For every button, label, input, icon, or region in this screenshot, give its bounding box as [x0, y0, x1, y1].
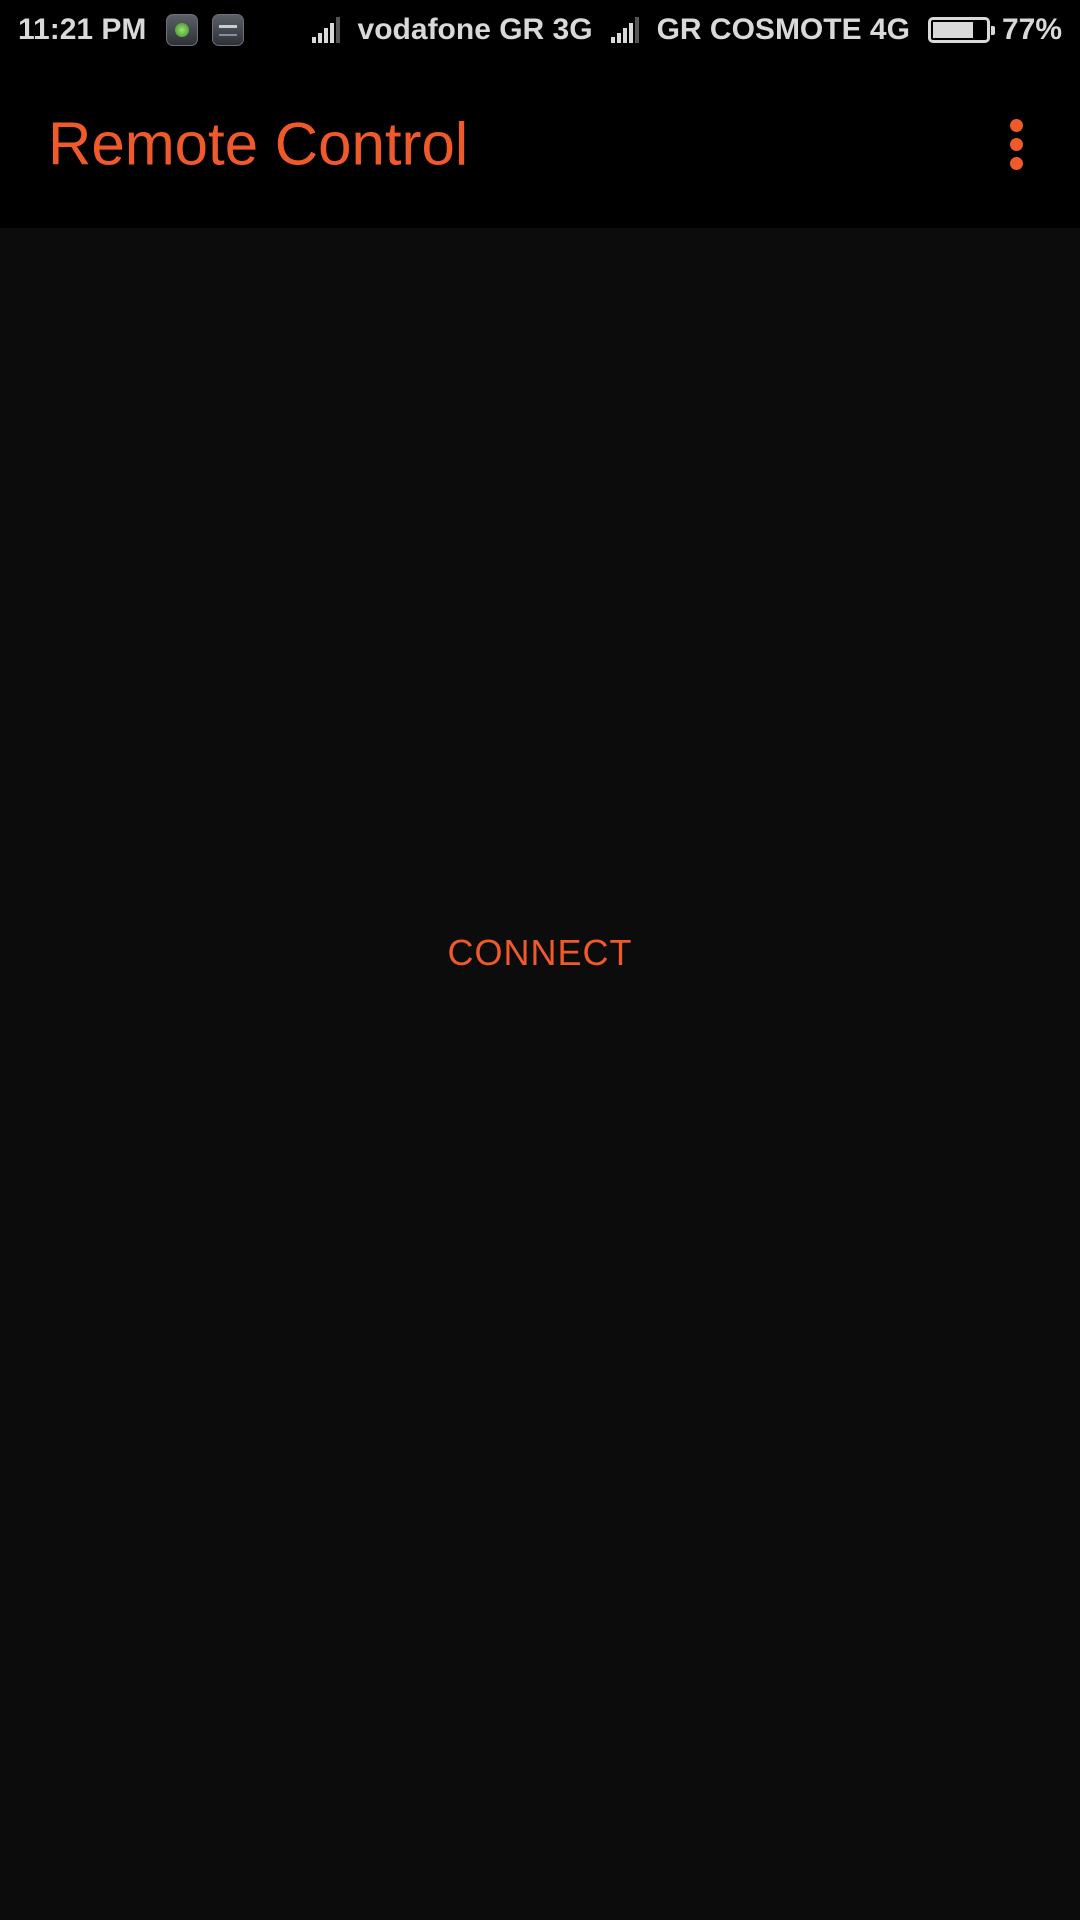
battery-icon	[927, 17, 995, 43]
carrier-2-label: GR COSMOTE 4G	[656, 13, 910, 46]
keyboard-notification-icon	[212, 14, 245, 46]
battery-level-fill	[932, 22, 973, 38]
more-vert-icon	[1009, 118, 1023, 132]
status-bar: 11:21 PM vodafone GR 3G GR COSMOTE 4G 77…	[0, 0, 1080, 60]
app-bar: Remote Control	[0, 60, 1080, 228]
status-left: 11:21 PM	[18, 0, 245, 60]
connect-button[interactable]: CONNECT	[416, 916, 665, 990]
signal-strength-icon	[610, 17, 641, 43]
battery-percent: 77%	[1001, 13, 1062, 46]
app-notification-icon	[166, 14, 199, 46]
status-time: 11:21 PM	[18, 13, 147, 46]
main-content: CONNECT	[0, 228, 1080, 1920]
app-title: Remote Control	[48, 110, 469, 178]
carrier-1-label: vodafone GR 3G	[357, 13, 593, 46]
more-options-button[interactable]	[976, 104, 1056, 184]
status-right: vodafone GR 3G GR COSMOTE 4G 77%	[311, 0, 1062, 60]
signal-strength-icon	[311, 17, 342, 43]
